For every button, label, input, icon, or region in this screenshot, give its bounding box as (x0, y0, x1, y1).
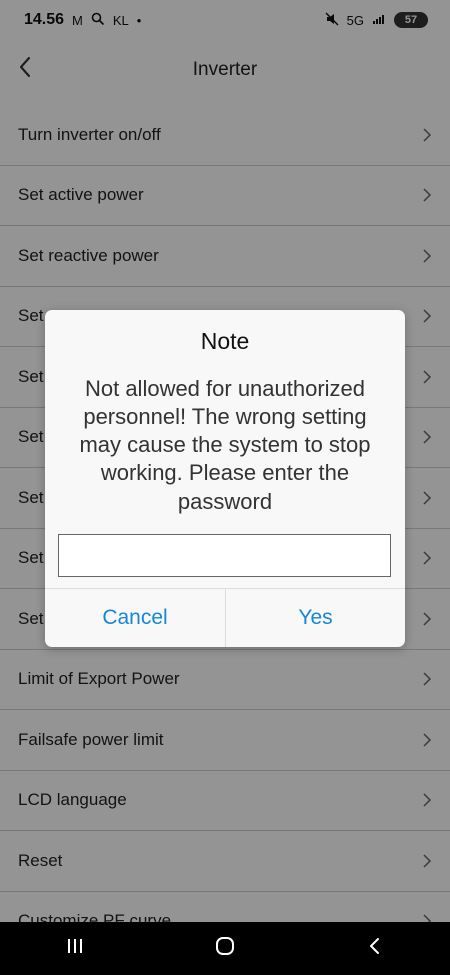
back-icon (366, 935, 384, 962)
yes-button[interactable]: Yes (226, 589, 405, 647)
recent-apps-icon (64, 936, 86, 961)
home-icon (213, 934, 237, 963)
dialog-message: Not allowed for unauthorized personnel! … (79, 376, 371, 514)
back-nav-button[interactable] (340, 922, 410, 975)
home-button[interactable] (190, 922, 260, 975)
screen: 14.56 M KL • 5G 57 Inverter Turn inverte… (0, 0, 450, 975)
cancel-button[interactable]: Cancel (45, 589, 225, 647)
recent-apps-button[interactable] (40, 922, 110, 975)
dialog-title: Note (200, 328, 250, 354)
password-dialog: Note Not allowed for unauthorized person… (45, 310, 405, 647)
password-field[interactable] (58, 534, 391, 577)
system-nav-bar (0, 922, 450, 975)
